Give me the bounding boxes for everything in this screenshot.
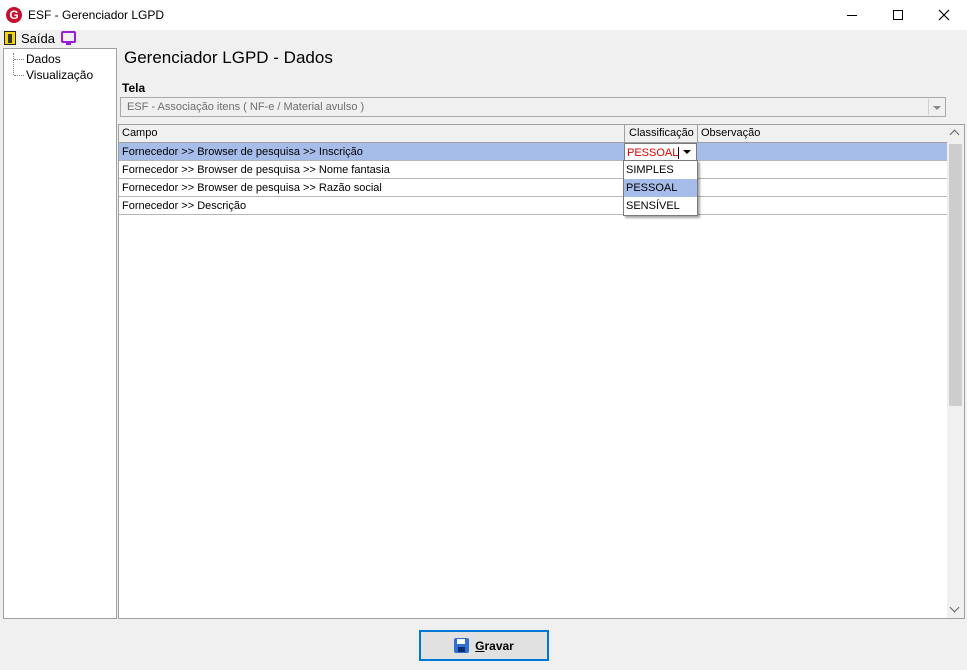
scroll-thumb[interactable] (949, 144, 962, 406)
save-button-label: Gravar (475, 638, 514, 653)
maximize-button[interactable] (875, 0, 921, 30)
dropdown-option-pessoal[interactable]: PESSOAL (624, 179, 697, 197)
menu-exit[interactable]: Saída (21, 31, 55, 46)
column-divider[interactable] (697, 125, 698, 143)
floppy-disk-icon (454, 638, 470, 653)
monitor-icon[interactable] (61, 31, 76, 45)
cell-campo: Fornecedor >> Browser de pesquisa >> Ins… (122, 146, 363, 158)
navigation-tree: Dados Visualização (3, 48, 117, 619)
column-divider[interactable] (624, 125, 625, 143)
tree-item-visualizacao[interactable]: Visualização (13, 67, 93, 83)
dropdown-option-sensivel[interactable]: SENSÍVEL (624, 197, 697, 215)
table-row[interactable]: Fornecedor >> Browser de pesquisa >> Ins… (119, 143, 947, 161)
title-bar: G ESF - Gerenciador LGPD (0, 0, 967, 30)
table-row[interactable]: Fornecedor >> Browser de pesquisa >> Raz… (119, 179, 947, 197)
column-header-observacao[interactable]: Observação (701, 127, 760, 139)
column-header-campo[interactable]: Campo (122, 127, 157, 139)
scroll-down-icon[interactable] (947, 601, 964, 618)
menu-bar: Saída (0, 30, 967, 46)
grid-header: Campo Classificação Observação (119, 125, 947, 143)
close-button[interactable] (921, 0, 967, 30)
page-title: Gerenciador LGPD - Dados (124, 48, 333, 67)
cell-campo: Fornecedor >> Descrição (122, 200, 247, 212)
maximize-icon (893, 10, 903, 20)
dropdown-option-simples[interactable]: SIMPLES (624, 161, 697, 179)
scroll-up-icon[interactable] (947, 125, 964, 142)
classificacao-editor[interactable]: PESSOAL (624, 143, 697, 161)
app-logo-icon: G (6, 7, 22, 23)
classificacao-editor-value[interactable]: PESSOAL (627, 147, 678, 159)
close-icon (938, 9, 950, 21)
window-title: ESF - Gerenciador LGPD (28, 8, 165, 22)
minimize-icon (847, 14, 857, 16)
tree-connector (13, 53, 14, 75)
table-row[interactable]: Fornecedor >> Browser de pesquisa >> Nom… (119, 161, 947, 179)
column-header-classificacao[interactable]: Classificação (629, 127, 694, 139)
classificacao-dropdown: SIMPLES PESSOAL SENSÍVEL (623, 160, 698, 216)
tela-select[interactable]: ESF - Associação itens ( NF-e / Material… (120, 97, 946, 117)
cell-campo: Fornecedor >> Browser de pesquisa >> Raz… (122, 182, 382, 194)
save-button[interactable]: Gravar (419, 630, 549, 661)
vertical-scrollbar[interactable] (947, 125, 964, 618)
exit-door-icon[interactable] (4, 31, 16, 45)
cell-campo: Fornecedor >> Browser de pesquisa >> Nom… (122, 164, 390, 176)
chevron-down-icon[interactable] (928, 99, 944, 115)
table-row[interactable]: Fornecedor >> Descrição (119, 197, 947, 215)
minimize-button[interactable] (829, 0, 875, 30)
tree-item-dados[interactable]: Dados (14, 51, 61, 67)
tela-label: Tela (122, 81, 146, 95)
tela-select-value: ESF - Associação itens ( NF-e / Material… (127, 101, 365, 113)
fields-grid: Campo Classificação Observação Fornecedo… (118, 124, 965, 619)
chevron-down-icon[interactable] (679, 144, 696, 160)
